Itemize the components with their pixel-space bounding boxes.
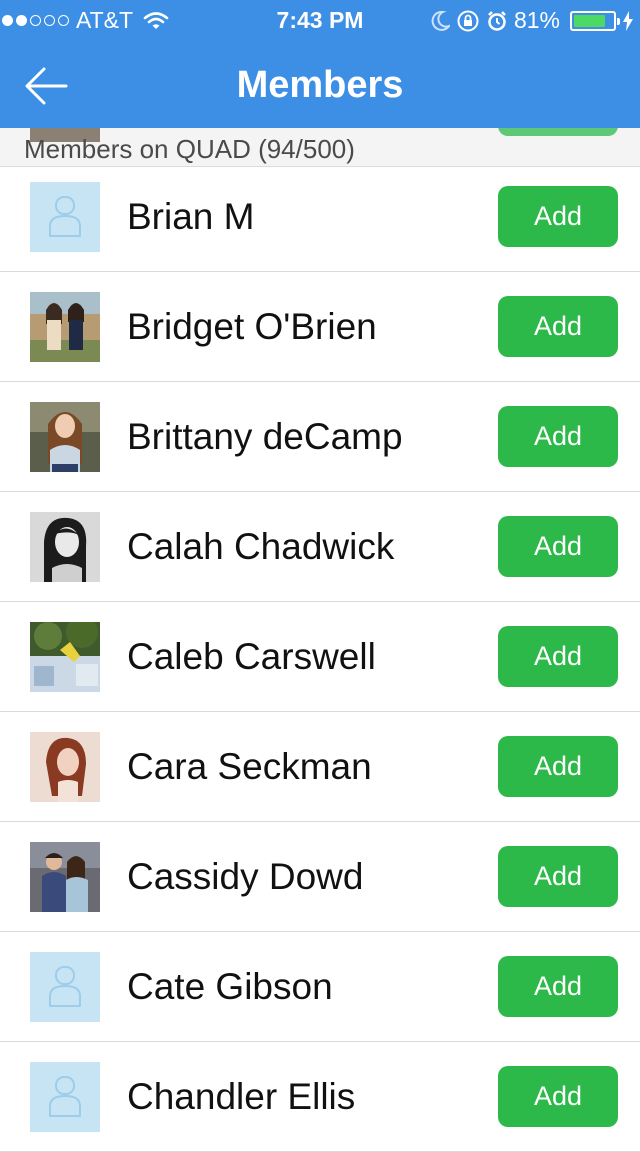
charging-bolt-icon (623, 10, 633, 31)
members-list: Brian M Add Bridget O'Brien Add Brittany… (0, 162, 640, 1152)
placeholder-avatar-icon (30, 952, 100, 1022)
member-photo (30, 622, 100, 692)
status-bar: AT&T 7:43 PM 81% (0, 0, 640, 40)
member-name: Cara Seckman (127, 746, 372, 787)
add-button[interactable]: Add (498, 1066, 618, 1127)
add-button[interactable]: Add (498, 406, 618, 467)
member-name: Cate Gibson (127, 966, 333, 1007)
add-button[interactable]: Add (498, 956, 618, 1017)
member-photo (30, 292, 100, 362)
rotation-lock-icon (457, 10, 479, 31)
member-row[interactable]: Caleb Carswell Add (0, 602, 640, 712)
moon-icon (431, 10, 450, 31)
section-header: Members on QUAD (94/500) (0, 128, 640, 167)
member-row[interactable]: Brittany deCamp Add (0, 382, 640, 492)
battery-percent: 81% (513, 7, 560, 33)
member-row[interactable]: Bridget O'Brien Add (0, 272, 640, 382)
member-row[interactable]: Brian M Add (0, 162, 640, 272)
member-name: Chandler Ellis (127, 1076, 356, 1117)
member-row[interactable]: Calah Chadwick Add (0, 492, 640, 602)
member-row[interactable]: Cate Gibson Add (0, 932, 640, 1042)
placeholder-avatar-icon (30, 1062, 100, 1132)
section-title: Members on QUAD (94/500) (24, 134, 355, 164)
member-name: Caleb Carswell (127, 636, 376, 677)
scrolled-add-button (498, 128, 618, 136)
page-title: Members (236, 64, 404, 106)
member-photo (30, 842, 100, 912)
member-name: Brittany deCamp (127, 416, 403, 457)
alarm-icon (488, 10, 506, 31)
member-row[interactable]: Cara Seckman Add (0, 712, 640, 822)
member-name: Calah Chadwick (127, 526, 395, 567)
member-photo (30, 402, 100, 472)
add-button[interactable]: Add (498, 626, 618, 687)
member-row[interactable]: Cassidy Dowd Add (0, 822, 640, 932)
add-button[interactable]: Add (498, 186, 618, 247)
add-button[interactable]: Add (498, 516, 618, 577)
placeholder-avatar-icon (30, 182, 100, 252)
battery-icon (570, 10, 620, 31)
member-name: Bridget O'Brien (127, 306, 377, 347)
add-button[interactable]: Add (498, 846, 618, 907)
nav-bar: AT&T 7:43 PM 81% Members (0, 0, 640, 128)
member-photo (30, 512, 100, 582)
add-button[interactable]: Add (498, 736, 618, 797)
member-photo (30, 732, 100, 802)
member-name: Brian M (127, 196, 255, 237)
add-button[interactable]: Add (498, 296, 618, 357)
member-name: Cassidy Dowd (127, 856, 364, 897)
